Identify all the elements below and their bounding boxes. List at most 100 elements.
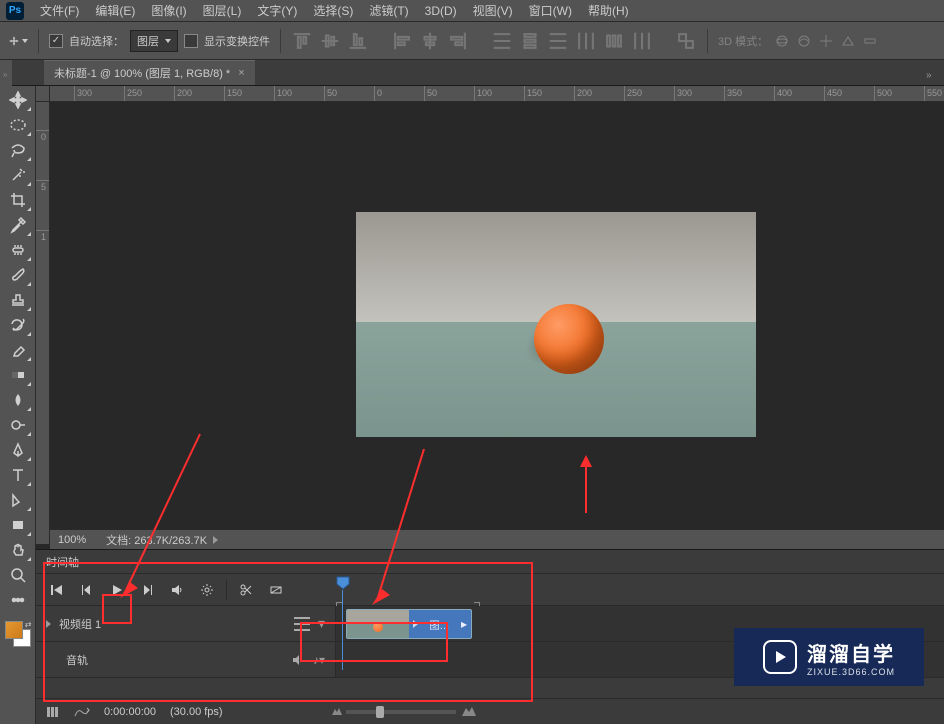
zoom-level[interactable]: 100% bbox=[58, 534, 86, 546]
distribute-left-icon[interactable] bbox=[575, 30, 597, 52]
align-vcenter-icon[interactable] bbox=[319, 30, 341, 52]
clip-expand-icon[interactable] bbox=[413, 620, 418, 628]
timeline-settings-button[interactable] bbox=[196, 579, 218, 601]
expand-track-icon[interactable] bbox=[46, 620, 51, 628]
auto-align-icon[interactable] bbox=[675, 30, 697, 52]
timeline-footer: 0:00:00:00 (30.00 fps) bbox=[36, 698, 944, 724]
timeline-zoom-slider[interactable] bbox=[346, 710, 456, 714]
menu-window[interactable]: 窗口(W) bbox=[521, 0, 580, 21]
film-icon[interactable] bbox=[294, 617, 310, 631]
divider bbox=[226, 580, 227, 600]
3d-scale-icon[interactable] bbox=[862, 33, 878, 49]
edit-toolbar-icon[interactable] bbox=[4, 588, 32, 612]
hand-tool[interactable] bbox=[4, 538, 32, 562]
shape-tool[interactable] bbox=[4, 513, 32, 537]
gradient-tool[interactable] bbox=[4, 363, 32, 387]
marquee-tool[interactable] bbox=[4, 113, 32, 137]
healing-tool[interactable] bbox=[4, 238, 32, 262]
transition-button[interactable] bbox=[265, 579, 287, 601]
menu-layer[interactable]: 图层(L) bbox=[195, 0, 250, 21]
timecode[interactable]: 0:00:00:00 bbox=[104, 706, 156, 718]
align-top-icon[interactable] bbox=[291, 30, 313, 52]
layer-group-select[interactable]: 图层 bbox=[130, 30, 178, 52]
zoom-tool[interactable] bbox=[4, 563, 32, 587]
status-menu-icon[interactable] bbox=[213, 536, 218, 544]
menu-select[interactable]: 选择(S) bbox=[305, 0, 361, 21]
swap-colors-icon[interactable]: ⇄ bbox=[25, 620, 32, 629]
vertical-ruler[interactable]: 0 5 1 bbox=[36, 102, 50, 544]
track-menu-icon[interactable]: ▾ bbox=[318, 615, 325, 632]
menu-file[interactable]: 文件(F) bbox=[32, 0, 87, 21]
playhead-icon[interactable] bbox=[336, 576, 350, 590]
ruler-origin[interactable] bbox=[36, 86, 50, 102]
blur-tool[interactable] bbox=[4, 388, 32, 412]
history-brush-tool[interactable] bbox=[4, 313, 32, 337]
menu-filter[interactable]: 滤镜(T) bbox=[361, 0, 416, 21]
frames-mode-icon[interactable] bbox=[46, 706, 60, 718]
pen-tool[interactable] bbox=[4, 438, 32, 462]
align-bottom-icon[interactable] bbox=[347, 30, 369, 52]
ruler-tick: 5 bbox=[36, 180, 50, 192]
stamp-tool[interactable] bbox=[4, 288, 32, 312]
zoom-out-icon[interactable] bbox=[332, 707, 342, 715]
go-to-first-frame-button[interactable] bbox=[46, 579, 68, 601]
foreground-color-swatch[interactable] bbox=[5, 621, 23, 639]
play-button[interactable] bbox=[106, 579, 128, 601]
clip-menu-icon[interactable]: ▸ bbox=[461, 617, 467, 631]
menu-image[interactable]: 图像(I) bbox=[143, 0, 194, 21]
speaker-icon[interactable] bbox=[291, 653, 305, 667]
eyedropper-tool[interactable] bbox=[4, 213, 32, 237]
menu-view[interactable]: 视图(V) bbox=[465, 0, 521, 21]
ruler-tick: 550 bbox=[924, 86, 942, 102]
split-clip-button[interactable] bbox=[235, 579, 257, 601]
menu-type[interactable]: 文字(Y) bbox=[249, 0, 305, 21]
slider-handle[interactable] bbox=[376, 706, 384, 718]
auto-select-checkbox[interactable] bbox=[49, 34, 63, 48]
magic-wand-tool[interactable] bbox=[4, 163, 32, 187]
distribute-top-icon[interactable] bbox=[491, 30, 513, 52]
dodge-tool[interactable] bbox=[4, 413, 32, 437]
mute-button[interactable] bbox=[166, 579, 188, 601]
menu-help[interactable]: 帮助(H) bbox=[580, 0, 637, 21]
3d-orbit-icon[interactable] bbox=[774, 33, 790, 49]
path-tool[interactable] bbox=[4, 488, 32, 512]
document-canvas[interactable] bbox=[356, 212, 756, 437]
move-tool-icon[interactable] bbox=[8, 31, 28, 51]
tab-overflow-icon[interactable]: » bbox=[926, 70, 940, 84]
close-tab-icon[interactable]: × bbox=[238, 67, 244, 79]
brush-tool[interactable] bbox=[4, 263, 32, 287]
show-transform-checkbox[interactable] bbox=[184, 34, 198, 48]
3d-pan-icon[interactable] bbox=[818, 33, 834, 49]
menu-edit[interactable]: 编辑(E) bbox=[87, 0, 143, 21]
type-tool[interactable] bbox=[4, 463, 32, 487]
go-to-next-frame-button[interactable] bbox=[136, 579, 158, 601]
audio-track-label: 音轨 bbox=[66, 652, 88, 668]
3d-slide-icon[interactable] bbox=[840, 33, 856, 49]
zoom-in-icon[interactable] bbox=[462, 706, 476, 716]
move-tool[interactable] bbox=[4, 88, 32, 112]
align-left-icon[interactable] bbox=[391, 30, 413, 52]
go-to-prev-frame-button[interactable] bbox=[76, 579, 98, 601]
render-icon[interactable] bbox=[74, 706, 90, 718]
document-tab[interactable]: 未标题-1 @ 100% (图层 1, RGB/8) * × bbox=[44, 60, 255, 85]
distribute-bottom-icon[interactable] bbox=[547, 30, 569, 52]
document-info[interactable]: 文档: 263.7K/263.7K bbox=[106, 532, 207, 548]
color-swatches[interactable]: ⇄ bbox=[5, 621, 31, 647]
distribute-hcenter-icon[interactable] bbox=[603, 30, 625, 52]
ps-logo-icon: Ps bbox=[6, 2, 24, 20]
align-hcenter-icon[interactable] bbox=[419, 30, 441, 52]
horizontal-ruler[interactable]: 300 250 200 150 100 50 0 50 100 150 200 … bbox=[50, 86, 944, 102]
tab-handle-icon[interactable]: » bbox=[0, 60, 12, 86]
align-right-icon[interactable] bbox=[447, 30, 469, 52]
lasso-tool[interactable] bbox=[4, 138, 32, 162]
eraser-tool[interactable] bbox=[4, 338, 32, 362]
distribute-right-icon[interactable] bbox=[631, 30, 653, 52]
audio-note-icon[interactable]: ♪▾ bbox=[313, 653, 325, 667]
ruler-tick: 150 bbox=[524, 86, 542, 102]
crop-tool[interactable] bbox=[4, 188, 32, 212]
document-tab-label: 未标题-1 @ 100% (图层 1, RGB/8) * bbox=[54, 65, 230, 81]
video-clip[interactable]: 图… ▸ bbox=[346, 609, 472, 639]
menu-3d[interactable]: 3D(D) bbox=[417, 2, 465, 20]
distribute-vcenter-icon[interactable] bbox=[519, 30, 541, 52]
3d-roll-icon[interactable] bbox=[796, 33, 812, 49]
